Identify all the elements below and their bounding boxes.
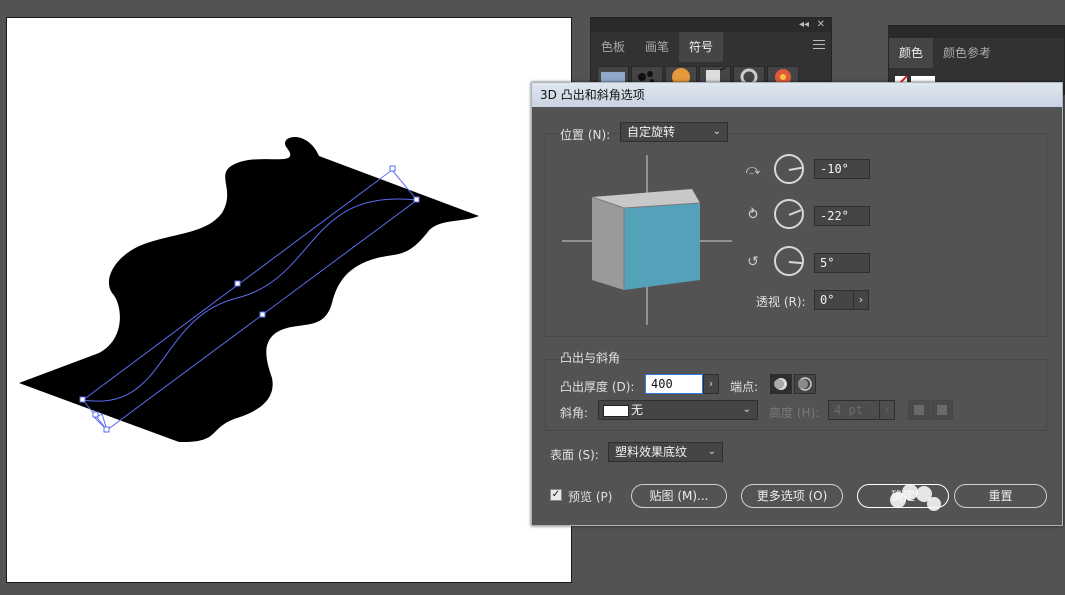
symbols-panel: ◂◂ ✕ 色板 画笔 符号 bbox=[590, 17, 832, 89]
z-rotation-dial[interactable] bbox=[774, 246, 804, 276]
cap-on-button[interactable] bbox=[770, 374, 792, 394]
surface-value: 塑料效果底纹 bbox=[615, 445, 688, 459]
x-rotation-icon: ⤼ bbox=[745, 162, 761, 178]
artwork-canvas[interactable] bbox=[7, 18, 573, 584]
position-dropdown[interactable]: 自定旋转 ⌄ bbox=[620, 122, 728, 142]
perspective-field[interactable]: 0° bbox=[814, 290, 854, 310]
position-value: 自定旋转 bbox=[627, 125, 676, 139]
tab-brushes[interactable]: 画笔 bbox=[635, 32, 679, 62]
preview-checkbox[interactable]: ✓ bbox=[550, 489, 562, 501]
height-slider-button: › bbox=[879, 400, 895, 420]
more-options-button[interactable]: 更多选项 (O) bbox=[741, 484, 843, 508]
chevron-right-icon: › bbox=[884, 403, 890, 416]
height-label: 高度 (H): bbox=[769, 406, 820, 420]
bevel-value: 无 bbox=[631, 403, 644, 417]
artboard[interactable] bbox=[6, 17, 572, 583]
chevron-down-icon: ⌄ bbox=[712, 126, 721, 137]
chevron-right-icon: › bbox=[858, 293, 864, 306]
watermark-logo bbox=[890, 484, 941, 511]
bevel-dropdown[interactable]: 无 ⌄ bbox=[598, 400, 758, 420]
panel-topbar bbox=[889, 26, 1064, 38]
close-icon[interactable]: ✕ bbox=[817, 18, 825, 32]
x-rotation-field[interactable]: -10° bbox=[814, 159, 870, 179]
y-rotation-dial[interactable] bbox=[774, 199, 804, 229]
cube-side bbox=[592, 197, 624, 290]
menu-icon[interactable] bbox=[813, 40, 825, 50]
height-field: 4 pt bbox=[828, 400, 880, 420]
tab-symbols[interactable]: 符号 bbox=[679, 32, 724, 62]
chevron-right-icon: › bbox=[708, 377, 714, 390]
color-panel-tabs: 颜色 颜色参考 bbox=[889, 38, 1064, 68]
bevel-in-button bbox=[931, 400, 953, 420]
tab-color-guide[interactable]: 颜色参考 bbox=[933, 38, 1001, 68]
extrude-bevel-dialog: 3D 凸出和斜角选项 位置 (N): 自定旋转 ⌄ ⤼ -10° ⥁ -22° … bbox=[531, 82, 1063, 526]
chevron-down-icon: ⌄ bbox=[742, 404, 751, 415]
perspective-label: 透视 (R): bbox=[756, 295, 806, 309]
z-rotation-icon: ↺ bbox=[747, 254, 759, 270]
collapse-icon[interactable]: ◂◂ bbox=[799, 18, 809, 32]
chevron-down-icon: ⌄ bbox=[707, 446, 716, 457]
dialog-title: 3D 凸出和斜角选项 bbox=[532, 83, 1062, 107]
surface-label: 表面 (S): bbox=[550, 448, 599, 462]
bevel-preview-swatch bbox=[603, 405, 629, 417]
tab-swatches[interactable]: 色板 bbox=[591, 32, 635, 62]
x-rotation-dial[interactable] bbox=[774, 154, 804, 184]
y-rotation-icon: ⥁ bbox=[748, 207, 758, 223]
panel-topbar: ◂◂ ✕ bbox=[591, 18, 831, 32]
cap-off-button[interactable] bbox=[794, 374, 816, 394]
extrude-depth-slider-button[interactable]: › bbox=[703, 374, 719, 394]
tab-color[interactable]: 颜色 bbox=[889, 38, 934, 68]
y-rotation-field[interactable]: -22° bbox=[814, 206, 870, 226]
z-rotation-field[interactable]: 5° bbox=[814, 253, 870, 273]
extrude-section-label: 凸出与斜角 bbox=[560, 351, 621, 365]
extrude-depth-field[interactable]: 400 bbox=[645, 374, 703, 394]
perspective-slider-button[interactable]: › bbox=[853, 290, 869, 310]
cube-front bbox=[624, 203, 700, 290]
symbols-panel-tabs: 色板 画笔 符号 bbox=[591, 32, 831, 62]
extrude-depth-label: 凸出厚度 (D): bbox=[560, 380, 635, 394]
bevel-label: 斜角: bbox=[560, 406, 589, 420]
cap-label: 端点: bbox=[730, 380, 759, 394]
surface-dropdown[interactable]: 塑料效果底纹 ⌄ bbox=[608, 442, 723, 462]
bevel-out-button bbox=[908, 400, 930, 420]
position-label: 位置 (N): bbox=[560, 128, 611, 142]
checkmark-icon: ✓ bbox=[551, 489, 561, 500]
map-button[interactable]: 贴图 (M)... bbox=[631, 484, 727, 508]
rotation-cube-preview[interactable] bbox=[560, 155, 735, 327]
preview-label: 预览 (P) bbox=[568, 490, 613, 504]
reset-button[interactable]: 重置 bbox=[954, 484, 1047, 508]
